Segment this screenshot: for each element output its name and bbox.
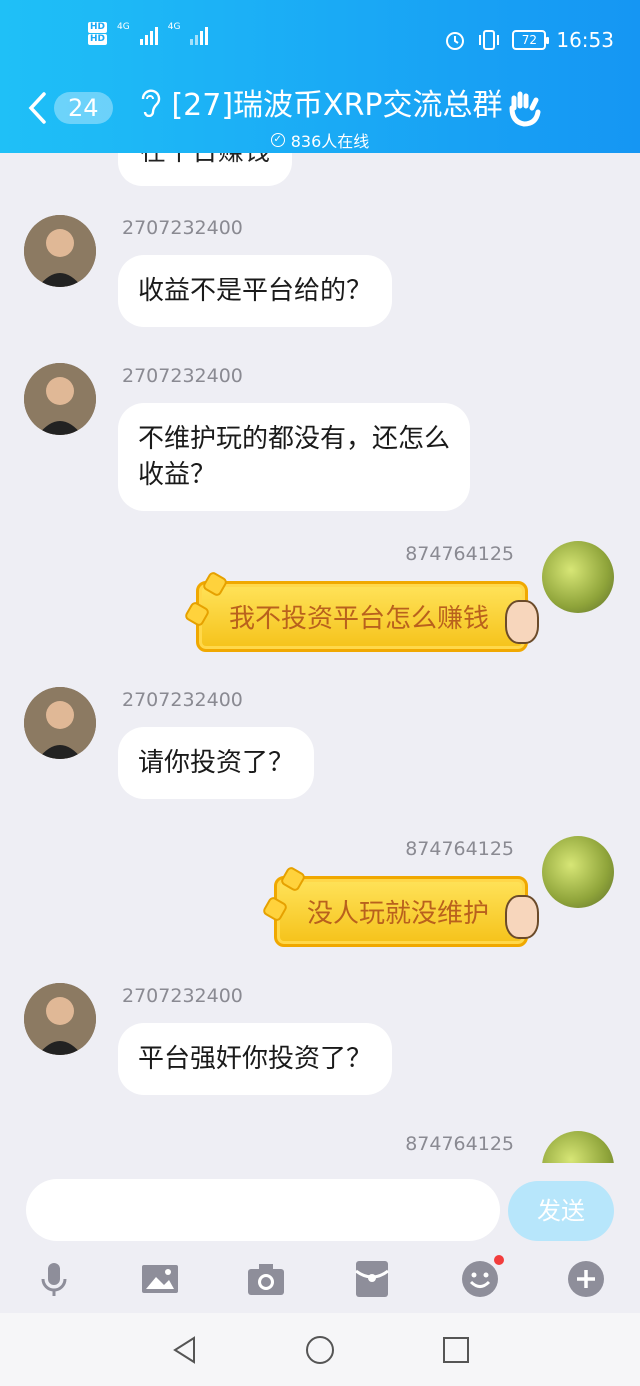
battery-icon: 72 [512, 30, 550, 50]
chat-title-area[interactable]: [27]瑞波币XRP交流总群 ✓ 836人在线 [130, 80, 510, 152]
bubble-decoration [183, 600, 211, 628]
back-triangle-icon[interactable] [170, 1335, 200, 1365]
message-bubble[interactable]: 平台强奸你投资了？ [118, 1023, 393, 1095]
status-bar: HD HD 4G 4G 72 16:53 [0, 22, 640, 58]
system-nav-bar [0, 1313, 640, 1386]
sender-id: 874764125 [405, 838, 514, 860]
message-bubble[interactable]: 我不投资平台怎么赚钱 [183, 570, 539, 652]
avatar[interactable] [24, 215, 96, 287]
ear-icon [142, 89, 161, 117]
message-bubble[interactable]: 收益不是平台给的？ [118, 255, 393, 327]
back-button[interactable]: 24 [26, 88, 116, 128]
notification-dot [494, 1255, 504, 1265]
sender-id: 2707232400 [122, 689, 243, 711]
alarm-icon [446, 32, 465, 50]
emoji-icon[interactable] [460, 1255, 504, 1299]
hd-icon: HD HD [88, 22, 108, 45]
avatar[interactable] [542, 836, 614, 908]
avatar[interactable] [542, 541, 614, 613]
avatar[interactable] [24, 687, 96, 759]
bubble-decoration [279, 865, 307, 893]
online-check-icon: ✓ [270, 133, 285, 147]
vibrate-icon [479, 30, 500, 50]
message-bubble[interactable]: 没人玩就没维护 [261, 865, 539, 947]
message-text: 我不投资平台怎么赚钱 [228, 604, 489, 634]
hand-gesture-icon[interactable] [506, 88, 546, 128]
image-icon[interactable] [140, 1259, 180, 1299]
message-line: 收益？ [138, 460, 217, 490]
toolbar [0, 1255, 640, 1299]
avatar[interactable] [24, 983, 96, 1055]
network-1-label: 4G [117, 22, 130, 32]
message-input[interactable] [26, 1179, 500, 1241]
plus-icon[interactable] [566, 1259, 606, 1299]
clock: 16:53 [556, 28, 614, 52]
message-bubble[interactable]: 在平台赚钱 [118, 153, 293, 186]
sender-id: 2707232400 [122, 217, 243, 239]
avatar[interactable] [24, 363, 96, 435]
sender-id: 874764125 [405, 1133, 514, 1155]
online-count: 836人在线 [290, 132, 370, 151]
bubble-decoration [201, 570, 229, 598]
home-circle-icon[interactable] [305, 1335, 335, 1365]
signal-icon [139, 23, 158, 45]
chat-header: HD HD 4G 4G 72 16:53 24 [27]瑞波币XRP交流总群 ✓… [0, 0, 640, 153]
message-text: 没人玩就没维护 [306, 899, 489, 929]
recents-square-icon[interactable] [441, 1335, 471, 1365]
send-button[interactable]: 发送 [508, 1181, 614, 1241]
red-packet-icon[interactable] [352, 1259, 392, 1299]
message-bubble[interactable]: 请你投资了？ [118, 727, 315, 799]
message-bubble[interactable]: 不维护玩的都没有，还怎么 收益？ [118, 403, 471, 511]
bubble-decoration [261, 895, 289, 923]
sender-id: 874764125 [405, 543, 514, 565]
camera-icon[interactable] [246, 1259, 286, 1299]
sender-id: 2707232400 [122, 365, 243, 387]
signal-icon-2 [190, 23, 209, 45]
microphone-icon[interactable] [34, 1259, 74, 1299]
network-2-label: 4G [167, 22, 181, 32]
hd-label-2: HD [88, 34, 108, 45]
bubble-avatar-decoration [505, 895, 539, 939]
message-line: 不维护玩的都没有，还怎么 [138, 424, 451, 454]
avatar[interactable] [542, 1131, 614, 1163]
input-bar: 发送 [0, 1163, 640, 1313]
sender-id: 2707232400 [122, 985, 243, 1007]
bubble-avatar-decoration [505, 600, 539, 644]
unread-badge: 24 [54, 92, 113, 124]
hd-label-1: HD [88, 22, 108, 33]
chevron-left-icon [28, 92, 46, 124]
page-title: [27]瑞波币XRP交流总群 [171, 88, 503, 123]
message-list[interactable]: 在平台赚钱 2707232400 收益不是平台给的？ 2707232400 不维… [0, 153, 640, 1163]
